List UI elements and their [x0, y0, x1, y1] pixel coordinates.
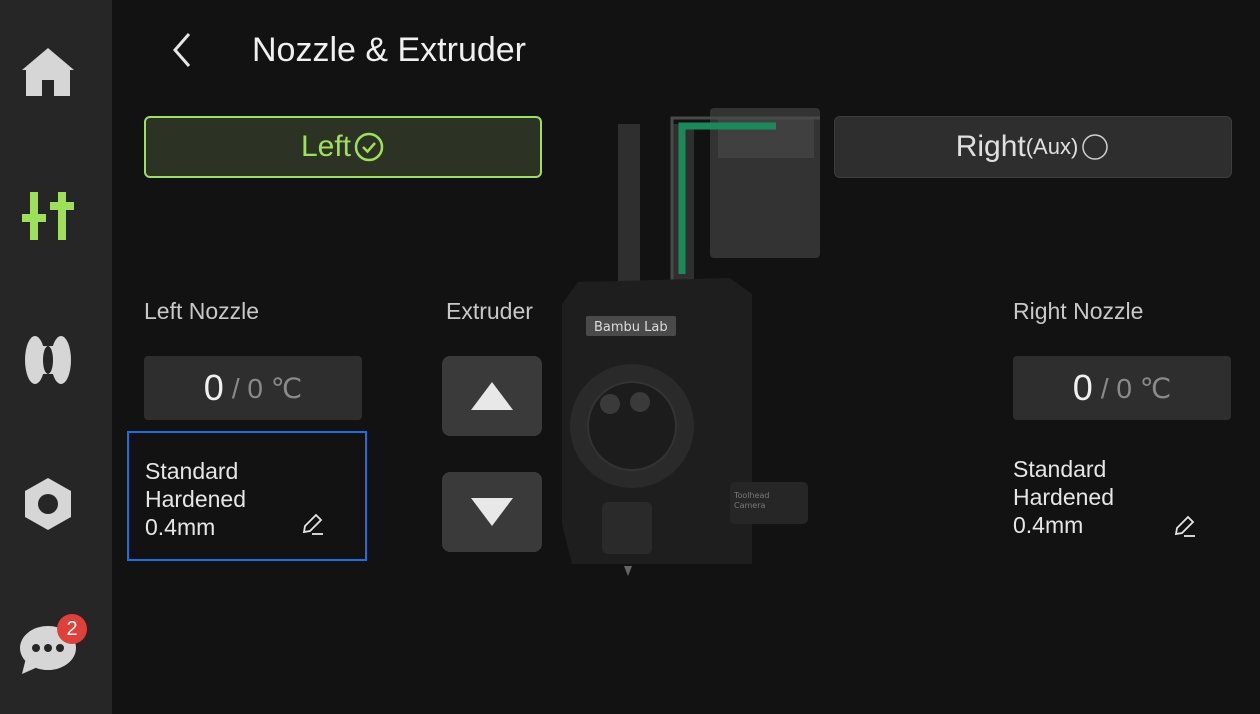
chevron-left-icon: [173, 33, 191, 67]
extruder-label: Extruder: [446, 298, 533, 324]
left-nozzle-current-temp: 0: [203, 367, 224, 408]
left-nozzle-target-temp: / 0 ℃: [231, 372, 303, 404]
tab-left-nozzle[interactable]: Left: [144, 116, 542, 178]
home-icon: [22, 48, 74, 96]
left-nozzle-label: Left Nozzle: [144, 298, 260, 324]
camera-label-1: Toolhead: [733, 491, 770, 500]
nav-filament[interactable]: [14, 326, 82, 394]
nav-home[interactable]: [14, 38, 82, 106]
tab-left-label: Left: [300, 130, 352, 163]
page-title: Nozzle & Extruder: [252, 31, 526, 69]
filament-spool-icon: [25, 336, 71, 384]
nav-controls[interactable]: [14, 182, 82, 250]
extruder-up-button[interactable]: [442, 356, 542, 436]
printhead-illustration: Bambu Lab Toolhead Camera: [562, 108, 820, 576]
left-nozzle-info[interactable]: Standard Hardened 0.4mm: [127, 431, 367, 561]
left-nozzle-size: 0.4mm: [145, 514, 216, 540]
right-nozzle-target-temp: / 0 ℃: [1100, 372, 1172, 404]
sidebar: 2: [0, 0, 112, 714]
check-circle-icon: [354, 132, 384, 162]
tab-right-aux: (Aux): [1025, 134, 1079, 159]
right-nozzle-info[interactable]: Standard Hardened 0.4mm: [997, 431, 1237, 561]
triangle-down-icon: [471, 498, 513, 526]
extruder-down-button[interactable]: [442, 472, 542, 552]
sliders-icon: [22, 192, 74, 240]
hex-settings-icon: [25, 478, 71, 530]
right-nozzle-current-temp: 0: [1072, 367, 1093, 408]
messages-badge: 2: [57, 614, 87, 644]
right-nozzle-label: Right Nozzle: [1013, 298, 1144, 324]
left-nozzle-type-line1: Standard: [145, 458, 239, 484]
left-nozzle-type-line2: Hardened: [145, 486, 247, 512]
nav-settings[interactable]: [14, 470, 82, 538]
camera-label-2: Camera: [734, 501, 765, 510]
empty-circle-icon: [1082, 134, 1109, 160]
back-button[interactable]: [160, 28, 204, 72]
pencil-icon[interactable]: [299, 511, 325, 537]
right-nozzle-type-line2: Hardened: [1013, 484, 1115, 510]
pencil-icon[interactable]: [1171, 513, 1197, 539]
right-nozzle-temp[interactable]: 0 / 0 ℃: [1013, 356, 1231, 420]
tab-right-nozzle[interactable]: Right (Aux): [834, 116, 1232, 178]
right-nozzle-size: 0.4mm: [1013, 512, 1084, 538]
left-nozzle-temp[interactable]: 0 / 0 ℃: [144, 356, 362, 420]
printhead-brand: Bambu Lab: [594, 320, 668, 335]
tab-right-label: Right: [955, 130, 1026, 163]
triangle-up-icon: [471, 382, 513, 410]
right-nozzle-type-line1: Standard: [1013, 456, 1107, 482]
